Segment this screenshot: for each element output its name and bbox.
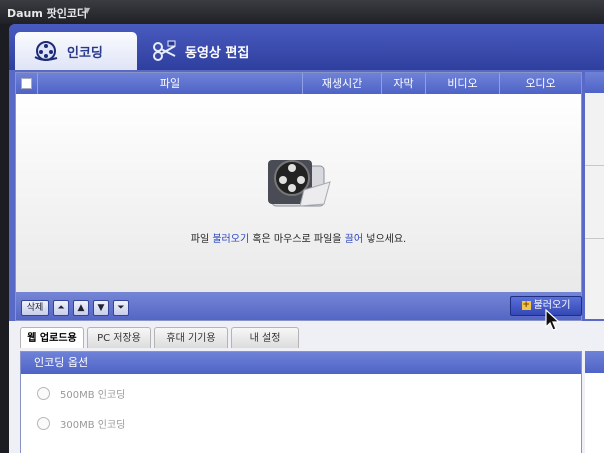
app-title: Daum 팟인코더 [7, 7, 88, 20]
scissors-film-icon [151, 40, 177, 62]
option-300mb-label: 300MB 인코딩 [60, 420, 126, 431]
file-table-header: 파일 재생시간 자막 비디오 오디오 [16, 73, 581, 94]
tab-encoding-label: 인코딩 [67, 45, 103, 61]
message-text: 파일 [190, 234, 213, 245]
load-link[interactable]: 불러오기 [212, 234, 249, 245]
message-text: 넣으세요. [363, 234, 407, 245]
tab-my-settings[interactable]: 내 설정 [231, 327, 299, 348]
empty-list-message: 파일 불러오기 혹은 마우스로 파일을 끌어 넣으세요. [16, 230, 581, 245]
tab-mobile-device[interactable]: 휴대 기기용 [154, 327, 228, 348]
move-up-icon[interactable]: ▲ [73, 300, 89, 316]
column-duration[interactable]: 재생시간 [303, 73, 382, 94]
film-reel-icon [33, 40, 59, 62]
film-reel-icon [264, 146, 334, 219]
mouse-cursor-icon [544, 308, 566, 335]
radio-icon[interactable] [37, 417, 50, 430]
encoding-options-panel: 인코딩 옵션 500MB 인코딩 300MB 인코딩 [20, 351, 582, 453]
preset-section: 웹 업로드용 PC 저장용 휴대 기기용 내 설정 인코딩 옵션 500MB 인… [9, 321, 604, 453]
file-toolbar: 삭제 ⏶ ▲ ▼ ⏷ + 불러오기 [16, 292, 582, 320]
file-list-panel: 파일 재생시간 자막 비디오 오디오 파일 불러오기 혹은 마우스로 파일을 끌… [15, 72, 582, 321]
move-top-icon[interactable]: ⏶ [53, 300, 69, 316]
plus-icon: + [521, 299, 531, 310]
column-subtitle[interactable]: 자막 [382, 73, 426, 94]
tab-video-edit-label: 동영상 편집 [185, 45, 250, 61]
right-side-panel [585, 72, 604, 319]
right-lower-panel [585, 351, 604, 453]
option-500mb-label: 500MB 인코딩 [60, 390, 126, 401]
select-all-checkbox[interactable] [16, 73, 38, 94]
move-bottom-icon[interactable]: ⏷ [113, 300, 129, 316]
option-500mb[interactable]: 500MB 인코딩 [37, 386, 125, 401]
caret-down-icon[interactable]: ▼ [84, 6, 90, 15]
move-down-icon[interactable]: ▼ [93, 300, 109, 316]
file-drop-area[interactable]: 파일 불러오기 혹은 마우스로 파일을 끌어 넣으세요. [16, 94, 581, 292]
tab-web-upload[interactable]: 웹 업로드용 [20, 327, 84, 348]
option-300mb[interactable]: 300MB 인코딩 [37, 416, 125, 431]
message-text: 혹은 마우스로 파일을 [249, 234, 345, 245]
tab-pc-storage[interactable]: PC 저장용 [87, 327, 151, 348]
column-video[interactable]: 비디오 [426, 73, 500, 94]
column-file[interactable]: 파일 [38, 73, 303, 94]
right-panel-header [585, 72, 604, 93]
right-panel-row [585, 166, 604, 239]
radio-icon[interactable] [37, 387, 50, 400]
main-tab-strip: 인코딩 동영상 편집 [9, 24, 604, 70]
delete-button[interactable]: 삭제 [21, 300, 49, 316]
tab-encoding[interactable]: 인코딩 [15, 32, 137, 70]
title-bar: Daum 팟인코더 ▼ [0, 0, 604, 24]
column-audio[interactable]: 오디오 [500, 73, 581, 94]
encoding-options-title: 인코딩 옵션 [21, 352, 581, 374]
right-lower-header [585, 351, 604, 373]
tab-video-edit[interactable]: 동영상 편집 [143, 32, 273, 70]
drag-link: 끌어 [344, 234, 364, 245]
right-panel-row [585, 93, 604, 166]
main-window: 인코딩 동영상 편집 파일 재생시간 자막 비디오 오디오 파일 불러오기 혹은… [9, 24, 604, 453]
